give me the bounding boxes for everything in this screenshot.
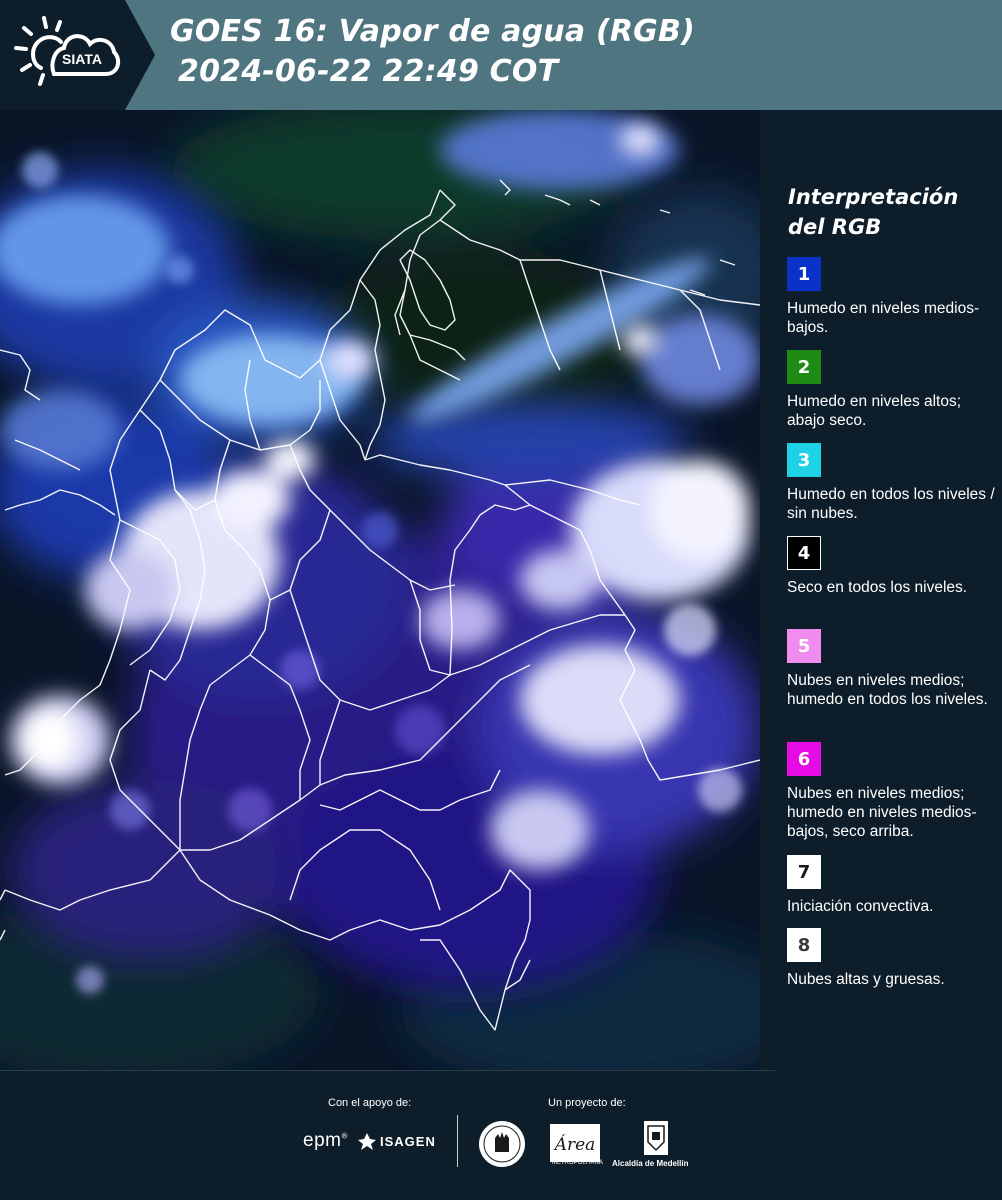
legend-title: Interpretación del RGB xyxy=(788,185,959,239)
isagen-logo: ISAGEN xyxy=(380,1134,436,1149)
legend-swatch-6: 6 xyxy=(787,742,821,776)
legend-text-3: Humedo en todos los niveles / sin nubes. xyxy=(787,486,995,522)
legend-item-2: 2 Humedo en niveles altos; abajo seco. xyxy=(787,350,999,430)
area-metropolitana-subtext: METROPOLITANA xyxy=(552,1160,603,1166)
legend-item-7: 7 Iniciación convectiva. xyxy=(787,855,999,916)
legend-swatch-4: 4 xyxy=(787,536,821,570)
project-label: Un proyecto de: xyxy=(548,1097,626,1109)
legend-item-4: 4 Seco en todos los niveles. xyxy=(787,536,999,597)
legend-swatch-8: 8 xyxy=(787,928,821,962)
legend-item-3: 3 Humedo en todos los niveles / sin nubes… xyxy=(787,443,999,523)
logo-divider xyxy=(457,1115,458,1167)
legend-item-1: 1 Humedo en niveles medios-bajos. xyxy=(787,257,999,337)
legend-text-5: Nubes en niveles medios; humedo en todos… xyxy=(787,672,988,708)
legend-panel: Interpretación del RGB 1 Humedo en nivele… xyxy=(770,110,1002,1070)
legend-item-6: 6 Nubes en niveles medios; humedo en nive… xyxy=(787,742,999,841)
epm-logo: epm® xyxy=(303,1130,348,1151)
legend-item-8: 8 Nubes altas y gruesas. xyxy=(787,928,999,989)
alcaldia-shield-icon xyxy=(644,1121,668,1155)
legend-swatch-2: 2 xyxy=(787,350,821,384)
legend-text-8: Nubes altas y gruesas. xyxy=(787,971,945,988)
legend-text-1: Humedo en niveles medios-bajos. xyxy=(787,300,980,336)
legend-item-5: 5 Nubes en niveles medios; humedo en todo… xyxy=(787,629,999,709)
satellite-map[interactable] xyxy=(0,110,760,1070)
legend-swatch-1: 1 xyxy=(787,257,821,291)
footer-divider-line xyxy=(0,1070,775,1071)
siata-logo: SIATA xyxy=(0,0,155,110)
logo-text: SIATA xyxy=(62,51,102,67)
svg-text:Área: Área xyxy=(553,1134,596,1155)
support-label: Con el apoyo de: xyxy=(328,1097,412,1109)
legend-text-2: Humedo en niveles altos; abajo seco. xyxy=(787,393,962,429)
legend-swatch-3: 3 xyxy=(787,443,821,477)
legend-swatch-5: 5 xyxy=(787,629,821,663)
page-title-line1: GOES 16: Vapor de agua (RGB) xyxy=(170,14,695,49)
footer: Con el apoyo de: Un proyecto de: epm® IS… xyxy=(0,1070,1002,1200)
alcaldia-logo-text: Alcaldía de Medellín xyxy=(612,1159,689,1168)
legend-swatch-7: 7 xyxy=(787,855,821,889)
legend-text-7: Iniciación convectiva. xyxy=(787,898,934,915)
sun-cloud-icon: SIATA xyxy=(14,16,121,86)
page-title-line2: 2024-06-22 22:49 COT xyxy=(178,54,559,89)
legend-text-4: Seco en todos los niveles. xyxy=(787,579,968,596)
legend-text-6: Nubes en niveles medios; humedo en nivel… xyxy=(787,785,977,840)
seal-icon xyxy=(479,1121,525,1167)
